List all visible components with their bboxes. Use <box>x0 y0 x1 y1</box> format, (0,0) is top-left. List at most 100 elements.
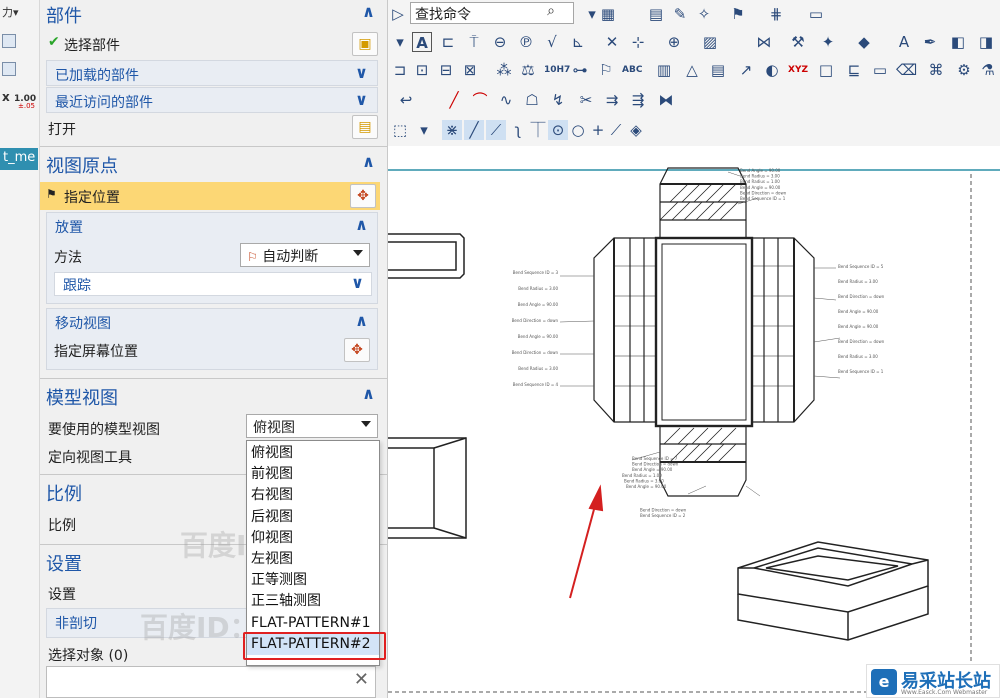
abc-text-icon[interactable]: ABC <box>622 60 642 80</box>
offset-icon[interactable]: ⇶ <box>628 90 648 110</box>
tolerance-10h7-icon[interactable]: 10H7 <box>544 60 570 80</box>
expand-chevron-icon[interactable] <box>355 63 368 82</box>
fillet-icon[interactable]: ↯ <box>548 90 568 110</box>
collapse-chevron-icon[interactable] <box>355 311 368 330</box>
expand-chevron-icon[interactable] <box>351 273 364 292</box>
dropdown-option[interactable]: 前视图 <box>247 464 379 485</box>
eraser-icon[interactable]: ⌫ <box>896 60 917 80</box>
pen-icon[interactable]: ✒ <box>920 32 940 52</box>
open-folder-icon[interactable]: ▤ <box>352 115 378 139</box>
dropdown-option[interactable]: 俯视图 <box>247 443 379 464</box>
specify-screen-row[interactable]: 指定屏幕位置 ✥ <box>40 336 387 364</box>
leader-icon[interactable]: ⊏ <box>438 32 458 52</box>
section-view-icon[interactable]: ⊡ <box>412 60 432 80</box>
arrow-cube-icon[interactable]: ◨ <box>976 32 996 52</box>
spline-icon[interactable]: ∿ <box>496 90 516 110</box>
ruler-icon[interactable]: ▭ <box>806 4 826 24</box>
dropdown-arrow-icon[interactable]: ▾ <box>414 120 434 140</box>
snap-mid-icon[interactable]: ⟋ <box>486 120 506 140</box>
image-icon[interactable]: ▨ <box>700 32 720 52</box>
flag-icon[interactable]: ⚑ <box>728 4 748 24</box>
document-tab-fragment[interactable]: t_me <box>0 148 38 170</box>
gear-icon[interactable]: ⚙ <box>954 60 974 80</box>
extend-icon[interactable]: ⇉ <box>602 90 622 110</box>
left-strip-tool-icon-2[interactable] <box>0 62 40 88</box>
section-model-view-header[interactable]: 模型视图 <box>40 382 387 410</box>
arc-icon[interactable]: ⌒ <box>470 90 490 110</box>
loaded-parts-group[interactable]: 已加载的部件 <box>46 60 378 86</box>
diamond-icon[interactable]: ◆ <box>854 32 874 52</box>
snap-tangent-icon[interactable]: ⟋ <box>606 120 626 140</box>
detail-view-icon[interactable]: ⊟ <box>436 60 456 80</box>
dropdown-option[interactable]: 正等测图 <box>247 570 379 591</box>
font-style-icon[interactable]: A <box>894 32 914 52</box>
collapse-chevron-icon[interactable] <box>362 2 375 21</box>
hammer-icon[interactable]: ⚒ <box>788 32 808 52</box>
notes-icon[interactable]: ▭ <box>870 60 890 80</box>
snap-perp-icon[interactable]: ⏉ <box>528 120 548 140</box>
weld-icon[interactable]: ℗ <box>516 32 536 52</box>
drawing-canvas[interactable]: Bend Angle = 90.00 Bend Radius = 3.00 Bend… <box>388 146 1000 698</box>
command-search-input[interactable]: 查找命令 ⌕ <box>410 2 574 24</box>
ordinate-icon[interactable]: ⊶ <box>570 60 590 80</box>
wand-icon[interactable]: ✧ <box>694 4 714 24</box>
trim-icon[interactable]: ✂ <box>576 90 596 110</box>
flag-x-icon[interactable]: ⚐ <box>596 60 616 80</box>
pencil-icon[interactable]: ✎ <box>670 4 690 24</box>
dropdown-option[interactable]: 正三轴测图 <box>247 591 379 612</box>
symbol-icon[interactable]: ◐ <box>762 60 782 80</box>
collapse-chevron-icon[interactable] <box>362 152 375 171</box>
section-view-origin-header[interactable]: 视图原点 <box>40 150 387 178</box>
centermark-icon[interactable]: ⊕ <box>664 32 684 52</box>
chain-dim-icon[interactable]: ⁂ <box>494 60 514 80</box>
screen-position-icon[interactable]: ✥ <box>344 338 370 362</box>
expand-chevron-icon[interactable] <box>355 90 368 109</box>
intersect-icon[interactable]: ⊹ <box>628 32 648 52</box>
play-arrow-icon[interactable]: ▷ <box>388 4 408 24</box>
selected-objects-list[interactable]: ✕ <box>46 666 376 698</box>
select-box-icon[interactable]: ⬚ <box>390 120 410 140</box>
table-icon[interactable]: ▥ <box>654 60 674 80</box>
region-icon[interactable]: ⊑ <box>844 60 864 80</box>
datum-icon[interactable]: ⍑ <box>464 32 484 52</box>
grid-icon[interactable]: ⋕ <box>766 4 786 24</box>
part-cube-icon[interactable]: ▣ <box>352 32 378 56</box>
collapse-chevron-icon[interactable] <box>355 215 368 234</box>
snap-center-icon[interactable]: ⊙ <box>548 120 568 140</box>
specify-location-row[interactable]: ⚑ 指定位置 ✥ <box>40 182 380 210</box>
snap-point-icon[interactable]: ◈ <box>626 120 646 140</box>
zoom-icon[interactable]: ⊖ <box>490 32 510 52</box>
blank-sheet-icon[interactable]: □ <box>816 60 836 80</box>
cube-icon[interactable]: ◧ <box>948 32 968 52</box>
recent-parts-group[interactable]: 最近访问的部件 <box>46 87 378 113</box>
view-frame-icon[interactable]: ▦ <box>598 4 618 24</box>
collapse-chevron-icon[interactable] <box>362 384 375 403</box>
target-point-icon[interactable]: ⊾ <box>568 32 588 52</box>
hatch-icon[interactable]: ⋈ <box>754 32 774 52</box>
line-icon[interactable]: ╱ <box>444 90 464 110</box>
model-view-select[interactable]: 俯视图 <box>246 414 378 438</box>
scale-icon[interactable]: ⚖ <box>518 60 538 80</box>
snap-curve-icon[interactable]: ʅ <box>508 120 528 140</box>
tool-icon[interactable]: ⚗ <box>978 60 998 80</box>
cross-icon[interactable]: ✕ <box>602 32 622 52</box>
mirror-icon[interactable]: ⧓ <box>656 90 676 110</box>
dim-icon[interactable]: ⊐ <box>390 60 410 80</box>
section-parts-header[interactable]: 部件 <box>40 0 387 28</box>
snap-circle-icon[interactable]: ○ <box>568 120 588 140</box>
shape-icon[interactable]: ☖ <box>522 90 542 110</box>
surface-finish-icon[interactable]: √ <box>542 32 562 52</box>
snap-plus-icon[interactable]: + <box>588 120 608 140</box>
book-icon[interactable]: ▤ <box>646 4 666 24</box>
dropdown-option[interactable]: 右视图 <box>247 485 379 506</box>
left-strip-tool-icon[interactable] <box>0 34 40 60</box>
track-group[interactable]: 跟踪 <box>54 272 372 296</box>
xyz-icon[interactable]: XYZ <box>788 60 808 80</box>
snap-line-icon[interactable]: ╱ <box>464 120 484 140</box>
arrow-a-icon[interactable]: ↗ <box>736 60 756 80</box>
undo-arrow-icon[interactable]: ↩ <box>396 90 416 110</box>
sparkle-icon[interactable]: ✦ <box>818 32 838 52</box>
open-row[interactable]: 打开 ▤ <box>40 114 387 142</box>
dropdown-option[interactable]: 后视图 <box>247 507 379 528</box>
break-view-icon[interactable]: ⊠ <box>460 60 480 80</box>
